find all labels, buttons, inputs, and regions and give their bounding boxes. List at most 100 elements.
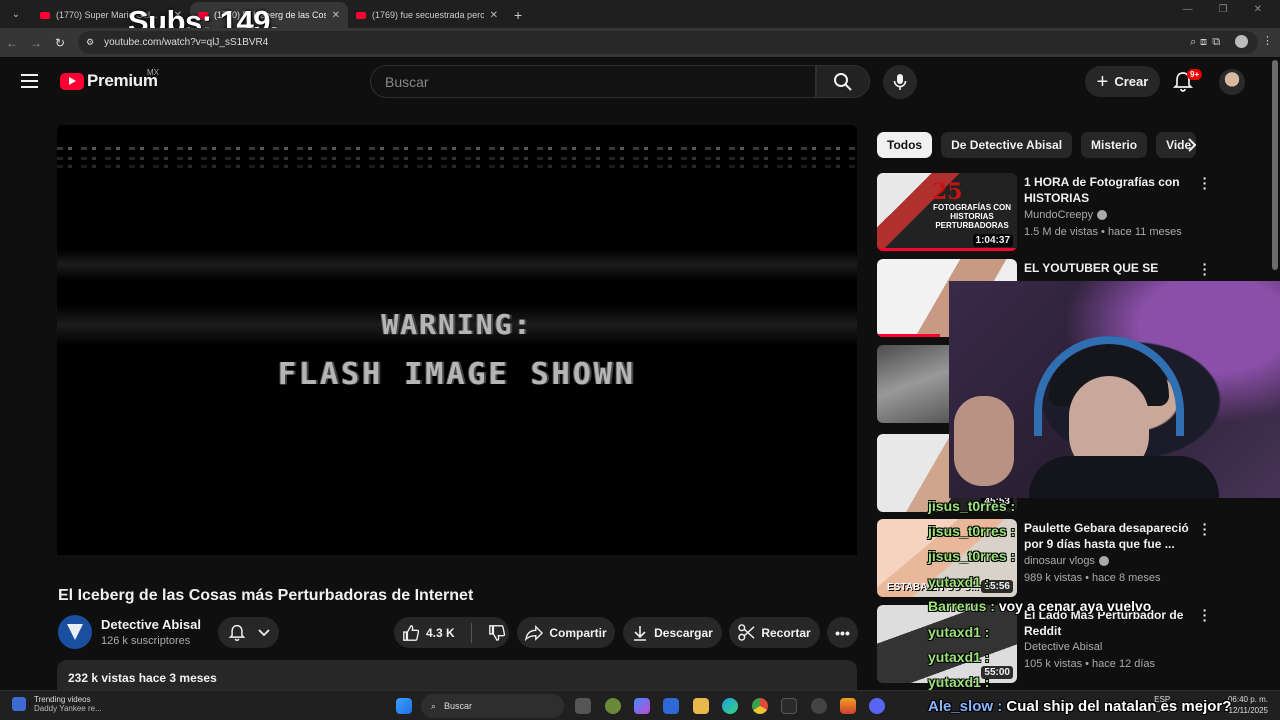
profile-icon[interactable]: [1235, 35, 1248, 48]
terminal-icon[interactable]: [781, 698, 797, 714]
download-icon: [634, 625, 647, 641]
youtube-header: Premium MX Buscar + Crear 9+: [0, 57, 1270, 107]
like-count[interactable]: 4.3 K: [426, 626, 455, 640]
chevron-right-icon[interactable]: [1186, 137, 1198, 153]
discord-icon[interactable]: [869, 698, 885, 714]
window-controls: — ❐ ✕: [1183, 4, 1280, 15]
site-info-icon[interactable]: ⚙: [86, 37, 94, 48]
clip-button[interactable]: Recortar: [729, 617, 820, 648]
more-options-icon[interactable]: · · ·: [1199, 171, 1211, 195]
thumbnail-number: 25: [932, 179, 963, 205]
store-icon[interactable]: [663, 698, 679, 714]
more-options-icon[interactable]: · · ·: [1199, 603, 1211, 627]
windows-start-icon[interactable]: [396, 698, 412, 714]
search-input[interactable]: Buscar: [370, 65, 816, 98]
more-options-icon[interactable]: · · ·: [1199, 517, 1211, 541]
app-icon[interactable]: [605, 698, 621, 714]
recommendation-channel[interactable]: dinosaur vlogs: [1024, 555, 1109, 567]
download-label: Descargar: [654, 625, 713, 640]
zoom-icon[interactable]: ⌕: [1190, 36, 1196, 49]
webcam-hand: [954, 396, 1014, 486]
copilot-icon[interactable]: [634, 698, 650, 714]
chip-misterio[interactable]: Misterio: [1081, 132, 1148, 158]
create-button[interactable]: + Crear: [1085, 66, 1160, 97]
recommendation-meta: 989 k vistas • hace 8 meses: [1024, 572, 1161, 584]
search-button[interactable]: [816, 65, 870, 98]
chat-message: jisus_t0rres :: [928, 498, 1015, 514]
file-explorer-icon[interactable]: [693, 698, 709, 714]
recommendation-item[interactable]: 25 FOTOGRAFÍAS CON HISTORIAS PERTURBADOR…: [877, 171, 1257, 251]
chat-message: Barrerus : voy a cenar aya vuelvo: [928, 598, 1151, 614]
maximize-icon[interactable]: ❐: [1219, 4, 1228, 15]
install-app-icon[interactable]: ⧉: [1212, 36, 1220, 49]
chip-todos[interactable]: Todos: [877, 132, 933, 158]
hamburger-menu-icon[interactable]: [21, 74, 38, 88]
clock[interactable]: 06:40 p. m. 12/11/2025: [1228, 694, 1268, 716]
chat-user: yutaxd1 :: [928, 574, 990, 590]
reload-icon[interactable]: ↻: [48, 36, 72, 50]
browser-menu-icon[interactable]: ⋮: [1262, 34, 1273, 47]
chip-detective-abisal[interactable]: De Detective Abisal: [941, 132, 1073, 158]
recommendation-channel[interactable]: Detective Abisal: [1024, 641, 1102, 653]
recommendation-title[interactable]: Paulette Gebara desapareció por 9 días h…: [1024, 520, 1199, 552]
views-and-date: 232 k vistas hace 3 meses: [68, 671, 217, 685]
browser-tab[interactable]: (1769) fue secuestrada pero la... ✕: [348, 2, 506, 28]
minimize-icon[interactable]: —: [1183, 4, 1193, 15]
subscribed-button[interactable]: [218, 617, 279, 648]
video-player[interactable]: WARNING: FLASH IMAGE SHOWN: [57, 125, 857, 555]
download-button[interactable]: Descargar: [623, 617, 722, 648]
url-text: youtube.com/watch?v=qlJ_sS1BVR4: [104, 37, 269, 48]
forward-icon[interactable]: →: [24, 36, 48, 50]
chrome-icon[interactable]: [752, 698, 768, 714]
bell-icon: [228, 624, 245, 641]
recommendation-title[interactable]: EL YOUTUBER QUE SE: [1024, 260, 1199, 276]
share-button[interactable]: Compartir: [517, 617, 615, 648]
verified-badge-icon: [1098, 556, 1109, 566]
recommendation-channel[interactable]: MundoCreepy: [1024, 209, 1108, 221]
url-bar[interactable]: ⚙ youtube.com/watch?v=qlJ_sS1BVR4 ⌕ ⧉ ☆: [78, 31, 1258, 54]
new-tab-icon[interactable]: +: [514, 7, 522, 23]
user-avatar[interactable]: [1219, 69, 1245, 95]
edge-icon[interactable]: [722, 698, 738, 714]
widgets-button[interactable]: Trending videos Daddy Yankee re...: [12, 695, 102, 713]
like-dislike-group: 4.3 K: [394, 617, 509, 648]
flash-warning-line2: FLASH IMAGE SHOWN: [277, 357, 637, 392]
more-actions-icon[interactable]: •••: [827, 617, 858, 648]
youtube-favicon-icon: [40, 11, 50, 19]
task-view-icon[interactable]: [575, 698, 591, 714]
glitch-line: [57, 157, 857, 160]
taskbar-search[interactable]: ⌕ Buscar: [421, 694, 564, 718]
glitch-line: [57, 147, 857, 150]
voice-search-button[interactable]: [883, 65, 917, 99]
microphone-icon: [893, 74, 907, 90]
thumbs-down-icon[interactable]: [488, 624, 506, 642]
close-tab-icon[interactable]: ✕: [332, 10, 340, 21]
close-window-icon[interactable]: ✕: [1254, 4, 1262, 15]
close-tab-icon[interactable]: ✕: [490, 10, 498, 21]
youtube-premium-logo[interactable]: Premium MX: [60, 68, 159, 91]
filter-chips: Todos De Detective Abisal Misterio Vide: [877, 132, 1197, 158]
recommendation-title[interactable]: 1 HORA de Fotografías con HISTORIAS PERT…: [1024, 174, 1199, 206]
more-options-icon[interactable]: · · ·: [1199, 257, 1211, 281]
app-icon[interactable]: [811, 698, 827, 714]
video-duration: 1:04:37: [972, 234, 1013, 247]
chat-user: Ale_slow :: [928, 698, 1003, 715]
tab-search-icon[interactable]: ⌄: [4, 2, 28, 26]
recommendation-meta: 1.5 M de vistas • hace 11 meses: [1024, 226, 1182, 238]
video-thumbnail[interactable]: 25 FOTOGRAFÍAS CON HISTORIAS PERTURBADOR…: [877, 173, 1017, 251]
video-thumbnail[interactable]: 55:00: [877, 605, 1017, 683]
channel-name[interactable]: Detective Abisal: [101, 617, 201, 632]
back-icon[interactable]: ←: [0, 36, 24, 50]
channel-avatar[interactable]: [58, 615, 92, 649]
app-icon[interactable]: [840, 698, 856, 714]
headset-shape: [1034, 336, 1184, 436]
chat-text: Cual ship del natalan es mejor?: [1006, 698, 1232, 715]
chat-message: yutaxd1 :: [928, 624, 989, 640]
channel-label: dinosaur vlogs: [1024, 555, 1095, 567]
chat-message: yutaxd1 :: [928, 674, 989, 690]
chat-user: jisus_t0rres :: [928, 523, 1016, 539]
page-scrollbar[interactable]: [1272, 60, 1278, 270]
recommendation-item[interactable]: 55:00 El Lado Más Perturbador de Reddit …: [877, 603, 1257, 683]
extensions-icon[interactable]: ⧈: [1200, 36, 1207, 49]
thumbs-up-icon[interactable]: [402, 624, 420, 642]
